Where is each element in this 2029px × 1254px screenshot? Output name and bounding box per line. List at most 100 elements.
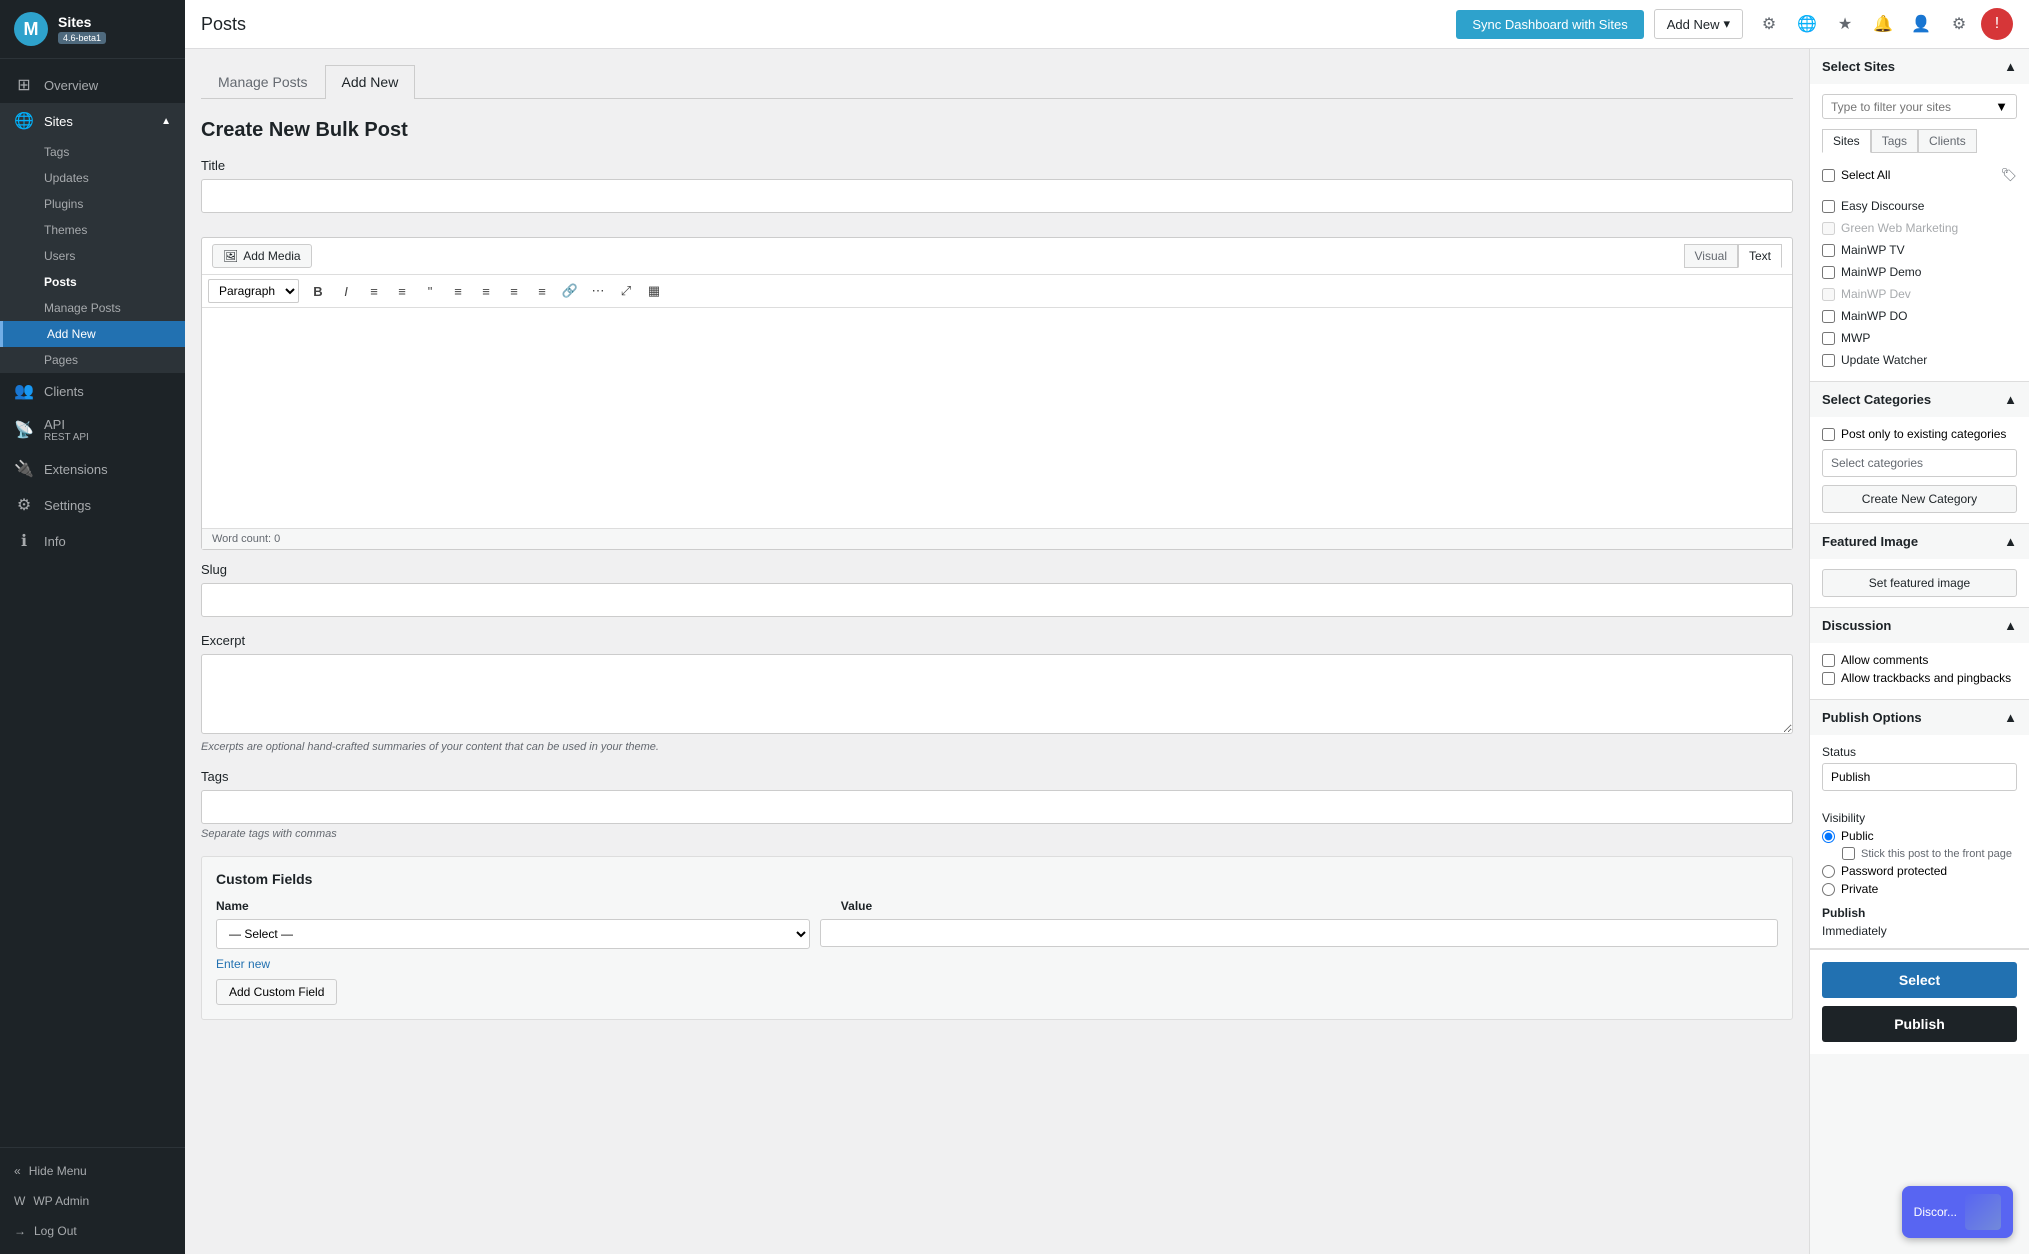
cf-value-input[interactable] (820, 919, 1778, 947)
ordered-list-button[interactable]: ≡ (389, 279, 415, 303)
topbar-globe-icon[interactable]: 🌐 (1791, 8, 1823, 40)
wp-admin-button[interactable]: W WP Admin (0, 1186, 185, 1216)
sites-tab-sites[interactable]: Sites (1822, 129, 1871, 153)
discussion-header[interactable]: Discussion ▲ (1810, 608, 2029, 643)
topbar-bell-icon[interactable]: 🔔 (1867, 8, 1899, 40)
publish-options-section: Publish Options ▲ Status Publish Draft P… (1810, 700, 2029, 949)
excerpt-input[interactable] (201, 654, 1793, 734)
sidebar-item-clients[interactable]: 👥 Clients (0, 373, 185, 409)
sidebar-subitem-themes[interactable]: Themes (0, 217, 185, 243)
sites-tabs: Sites Tags Clients (1822, 129, 2017, 153)
topbar-user-icon[interactable]: 👤 (1905, 8, 1937, 40)
sites-tab-tags[interactable]: Tags (1871, 129, 1918, 153)
site-item-update-watcher: Update Watcher (1822, 349, 2017, 371)
categories-select[interactable]: Select categories (1822, 449, 2017, 477)
fullscreen-button[interactable]: ⤢ (613, 279, 639, 303)
tab-manage-posts[interactable]: Manage Posts (201, 65, 325, 98)
sidebar-subitem-add-new[interactable]: Add New (0, 321, 185, 347)
topbar-settings-icon[interactable]: ⚙ (1753, 8, 1785, 40)
sync-dashboard-button[interactable]: Sync Dashboard with Sites (1456, 10, 1643, 39)
tab-visual[interactable]: Visual (1684, 244, 1738, 268)
link-button[interactable]: 🔗 (557, 279, 583, 303)
cf-name-select[interactable]: — Select — (216, 919, 810, 949)
sidebar-item-sites[interactable]: 🌐 Sites ▲ (0, 103, 185, 139)
info-icon: ℹ (14, 531, 34, 551)
log-out-button[interactable]: → Log Out (0, 1216, 185, 1246)
site-checkbox-green-web-marketing[interactable] (1822, 222, 1835, 235)
sidebar-item-overview[interactable]: ⊞ Overview (0, 67, 185, 103)
radio-public-input[interactable] (1822, 830, 1835, 843)
align-center-button[interactable]: ≡ (473, 279, 499, 303)
radio-private-input[interactable] (1822, 883, 1835, 896)
select-all-label[interactable]: Select All (1822, 168, 1890, 182)
site-checkbox-update-watcher[interactable] (1822, 354, 1835, 367)
site-checkbox-mainwp-tv[interactable] (1822, 244, 1835, 257)
logout-icon: → (14, 1224, 26, 1238)
paragraph-select[interactable]: Paragraph Heading 1 Heading 2 Heading 3 (208, 279, 299, 303)
publish-options-header[interactable]: Publish Options ▲ (1810, 700, 2029, 735)
discord-label: Discor... (1914, 1205, 1957, 1219)
table-button[interactable]: ▦ (641, 279, 667, 303)
align-right-button[interactable]: ≡ (501, 279, 527, 303)
status-select[interactable]: Publish Draft Pending Review Private (1822, 763, 2017, 791)
site-checkbox-mainwp-dev[interactable] (1822, 288, 1835, 301)
publish-button[interactable]: Publish (1822, 1006, 2017, 1042)
title-input[interactable] (201, 179, 1793, 213)
select-categories-header[interactable]: Select Categories ▲ (1810, 382, 2029, 417)
sidebar-item-extensions[interactable]: 🔌 Extensions (0, 451, 185, 487)
cf-enter-new-link[interactable]: Enter new (216, 957, 1778, 971)
tab-add-new[interactable]: Add New (325, 65, 416, 99)
slug-input[interactable] (201, 583, 1793, 617)
allow-comments-checkbox[interactable] (1822, 654, 1835, 667)
sites-tab-clients[interactable]: Clients (1918, 129, 1977, 153)
radio-password-input[interactable] (1822, 865, 1835, 878)
add-custom-field-button[interactable]: Add Custom Field (216, 979, 337, 1005)
site-checkbox-mwp[interactable] (1822, 332, 1835, 345)
unordered-list-button[interactable]: ≡ (361, 279, 387, 303)
site-checkbox-mainwp-do[interactable] (1822, 310, 1835, 323)
site-checkbox-mainwp-demo[interactable] (1822, 266, 1835, 279)
sidebar-subitem-users[interactable]: Users (0, 243, 185, 269)
add-media-button[interactable]: 🖼 Add Media (212, 244, 312, 268)
select-sites-header[interactable]: Select Sites ▲ (1810, 49, 2029, 84)
allow-trackbacks-checkbox[interactable] (1822, 672, 1835, 685)
editor-formatting-bar: Paragraph Heading 1 Heading 2 Heading 3 … (202, 275, 1792, 308)
right-panel: Select Sites ▲ ▼ Sites Tags (1809, 49, 2029, 1254)
sidebar-item-settings[interactable]: ⚙ Settings (0, 487, 185, 523)
align-left-button[interactable]: ≡ (445, 279, 471, 303)
sidebar-subitem-plugins[interactable]: Plugins (0, 191, 185, 217)
sidebar-subitem-pages[interactable]: Pages (0, 347, 185, 373)
hide-menu-button[interactable]: « Hide Menu (0, 1156, 185, 1186)
select-all-checkbox[interactable] (1822, 169, 1835, 182)
create-new-category-button[interactable]: Create New Category (1822, 485, 2017, 513)
tags-input[interactable] (201, 790, 1793, 824)
post-only-checkbox[interactable] (1822, 428, 1835, 441)
set-featured-image-button[interactable]: Set featured image (1822, 569, 2017, 597)
sidebar-item-api-label: API (44, 417, 89, 432)
sidebar-subitem-manage-posts[interactable]: Manage Posts (0, 295, 185, 321)
sidebar-subitem-updates[interactable]: Updates (0, 165, 185, 191)
site-checkbox-easy-discourse[interactable] (1822, 200, 1835, 213)
stick-to-front-page-checkbox[interactable] (1842, 847, 1855, 860)
more-button[interactable]: ⋯ (585, 279, 611, 303)
topbar-alert-icon[interactable]: ! (1981, 8, 2013, 40)
blockquote-button[interactable]: " (417, 279, 443, 303)
italic-button[interactable]: I (333, 279, 359, 303)
sidebar-subitem-tags[interactable]: Tags (0, 139, 185, 165)
tab-text[interactable]: Text (1738, 244, 1782, 268)
sidebar-item-api[interactable]: 📡 API REST API (0, 409, 185, 451)
discord-widget[interactable]: Discor... (1902, 1186, 2013, 1238)
featured-image-header[interactable]: Featured Image ▲ (1810, 524, 2029, 559)
bold-button[interactable]: B (305, 279, 331, 303)
select-categories-section: Select Categories ▲ Post only to existin… (1810, 382, 2029, 524)
justify-button[interactable]: ≡ (529, 279, 555, 303)
add-new-button[interactable]: Add New ▾ (1654, 9, 1743, 39)
sidebar-item-info[interactable]: ℹ Info (0, 523, 185, 559)
topbar-star-icon[interactable]: ★ (1829, 8, 1861, 40)
add-new-wrapper: Add New ▾ (1654, 9, 1743, 39)
sidebar-subitem-posts[interactable]: Posts (0, 269, 185, 295)
select-button[interactable]: Select (1822, 962, 2017, 998)
sites-search-input[interactable] (1831, 100, 1989, 114)
editor-body[interactable] (202, 308, 1792, 528)
topbar-gear-icon[interactable]: ⚙ (1943, 8, 1975, 40)
